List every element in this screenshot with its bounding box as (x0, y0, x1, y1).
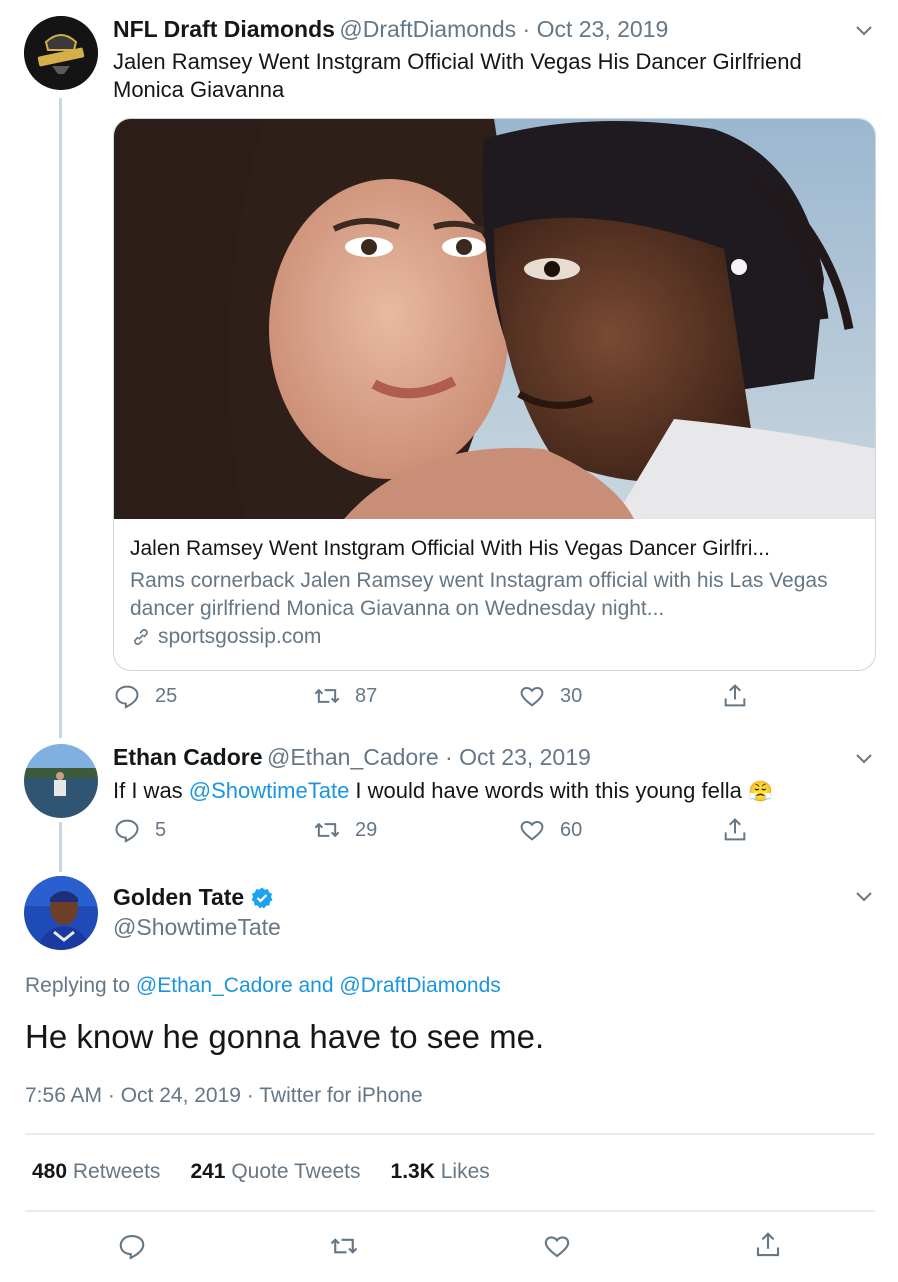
chevron-down-icon[interactable] (852, 884, 876, 908)
likes-stat[interactable]: 1.3K Likes (391, 1160, 490, 1184)
tweet-text: If I was @ShowtimeTate I would have word… (113, 777, 773, 806)
card-image (114, 119, 875, 519)
quotes-label: Quote Tweets (231, 1160, 361, 1183)
reply-count: 25 (155, 684, 178, 707)
reply-button[interactable]: 5 (113, 816, 166, 844)
reply-icon[interactable] (117, 1231, 147, 1261)
card-domain-text: sportsgossip.com (158, 625, 322, 648)
tweet-meta[interactable]: 7:56 AM · Oct 24, 2019 · Twitter for iPh… (25, 1084, 423, 1108)
reply-icon (115, 819, 139, 843)
share-button[interactable] (721, 682, 749, 710)
author-name[interactable]: Golden Tate (113, 884, 244, 911)
avatar-golden-tate[interactable] (24, 876, 98, 950)
author-handle[interactable]: @ShowtimeTate (113, 914, 281, 941)
avatar-ethan-cadore[interactable] (24, 744, 98, 818)
like-count: 60 (560, 818, 583, 841)
chevron-down-icon[interactable] (852, 18, 876, 42)
retweet-count: 87 (355, 684, 378, 707)
author-handle-date[interactable]: @DraftDiamonds · Oct 23, 2019 (339, 16, 668, 42)
mention-link[interactable]: @ShowtimeTate (189, 778, 350, 803)
quote-tweets-stat[interactable]: 241 Quote Tweets (190, 1160, 360, 1184)
retweet-button[interactable]: 87 (313, 682, 377, 710)
retweet-icon[interactable] (328, 1231, 360, 1261)
reply-count: 5 (155, 818, 167, 841)
tweet-text: Jalen Ramsey Went Instgram Official With… (113, 49, 802, 102)
like-button[interactable]: 60 (518, 816, 582, 844)
retweet-icon (314, 822, 340, 838)
tweet2-actions: 5 29 60 (113, 816, 763, 852)
divider-bottom (25, 1210, 875, 1212)
replying-and[interactable]: and (293, 974, 340, 997)
link-card[interactable]: Jalen Ramsey Went Instgram Official With… (113, 118, 876, 671)
card-title: Jalen Ramsey Went Instgram Official With… (130, 537, 770, 560)
likes-count: 1.3K (390, 1160, 435, 1183)
like-count: 30 (560, 684, 583, 707)
like-button[interactable]: 30 (518, 682, 582, 710)
link-icon (134, 629, 148, 645)
replying-to: Replying to @Ethan_Cadore and @DraftDiam… (25, 974, 501, 998)
tweet-text-end: I would have words with this young fella (349, 778, 742, 803)
heart-icon[interactable] (542, 1231, 572, 1261)
retweets-stat[interactable]: 480 Retweets (32, 1160, 160, 1184)
golden-tate-avatar-photo (24, 876, 98, 950)
author-name[interactable]: NFL Draft Diamonds (113, 16, 335, 42)
heart-icon (520, 821, 544, 841)
retweet-icon (314, 688, 340, 704)
quotes-count: 241 (190, 1160, 226, 1183)
author-handle-date[interactable]: @Ethan_Cadore · Oct 23, 2019 (267, 744, 591, 770)
avatar-draft-diamonds[interactable] (24, 16, 98, 90)
emoji-angry-face: 😤 (747, 781, 773, 803)
divider-top (25, 1133, 875, 1135)
share-button[interactable] (721, 816, 749, 844)
likes-label: Likes (440, 1160, 490, 1183)
author-name[interactable]: Ethan Cadore (113, 744, 263, 770)
thread-line-1 (59, 98, 62, 738)
ethan-cadore-avatar-photo (24, 744, 98, 818)
retweets-label: Retweets (72, 1160, 161, 1183)
retweet-count: 29 (355, 818, 378, 841)
reply-button[interactable]: 25 (113, 682, 177, 710)
tweet-text-start: If I was (113, 778, 189, 803)
draft-diamonds-logo (24, 16, 98, 90)
chevron-down-icon[interactable] (852, 746, 876, 770)
share-icon (724, 818, 746, 841)
retweets-count: 480 (32, 1160, 68, 1183)
main-tweet-text: He know he gonna have to see me. (25, 1018, 545, 1055)
share-icon[interactable] (753, 1229, 783, 1261)
card-domain: sportsgossip.com (130, 625, 321, 649)
tweet-stats: 480 Retweets 241 Quote Tweets 1.3K Likes (32, 1160, 490, 1184)
reply-icon (115, 685, 139, 709)
tweet1-actions: 25 87 30 (113, 682, 763, 718)
retweet-button[interactable]: 29 (313, 816, 377, 844)
heart-icon (520, 687, 544, 707)
verified-badge-icon (251, 887, 273, 908)
replying-mention-2[interactable]: @DraftDiamonds (339, 974, 500, 997)
thread-line-2 (59, 822, 62, 872)
card-description: Rams cornerback Jalen Ramsey went Instag… (130, 569, 828, 620)
replying-prefix: Replying to (25, 974, 136, 997)
share-icon (724, 684, 746, 707)
replying-mention-1[interactable]: @Ethan_Cadore (136, 974, 293, 997)
